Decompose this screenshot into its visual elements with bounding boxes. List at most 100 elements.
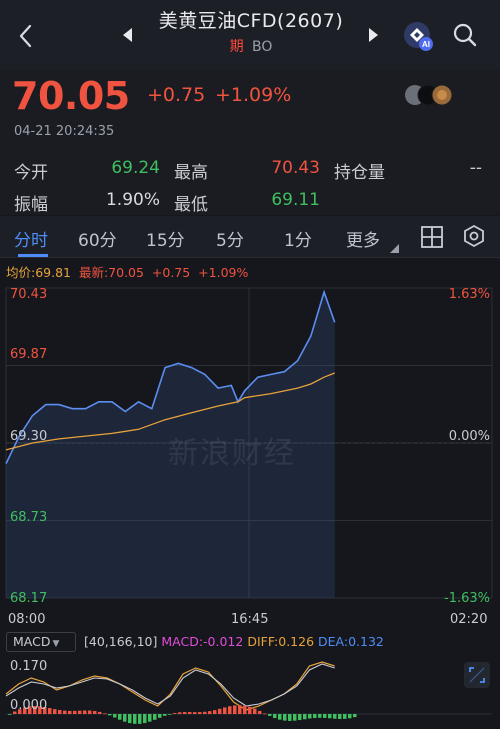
chart-legend: 均价:69.81 最新:70.05 +0.75 +1.09% [6, 262, 248, 281]
macd-histogram-bar [188, 712, 192, 714]
community-avatars-icon[interactable] [404, 84, 456, 106]
macd-histogram-bar [258, 710, 262, 714]
diff-line [5, 661, 335, 711]
stat-value-amplitude: 1.90% [105, 190, 160, 210]
macd-histogram-bar [163, 714, 167, 716]
svg-text:AI: AI [422, 40, 430, 49]
stat-value-low: 69.11 [271, 190, 320, 210]
tab-1min[interactable]: 1分 [284, 226, 312, 251]
stat-label-high: 最高 [174, 163, 208, 183]
grid-layout-icon[interactable] [420, 225, 444, 249]
macd-histogram-bar [113, 714, 117, 718]
stat-value-open-interest: -- [469, 158, 482, 178]
macd-histogram-bar [178, 712, 182, 714]
macd-histogram-bar [108, 714, 112, 716]
macd-histogram-bar [168, 714, 172, 715]
tab-5min[interactable]: 5分 [216, 226, 244, 251]
macd-histogram-bar [333, 714, 337, 719]
macd-histogram-bar [248, 706, 252, 714]
macd-histogram-bar [183, 712, 187, 714]
macd-histogram-bar [203, 711, 207, 714]
tab-60min[interactable]: 60分 [78, 226, 117, 251]
macd-histogram-bar [58, 710, 62, 714]
more-dropdown-icon [390, 244, 399, 253]
x-tick: 02:20 [450, 612, 488, 627]
macd-histogram-bar [313, 714, 317, 719]
macd-histogram-bar [88, 710, 92, 714]
macd-histogram-bar [198, 712, 202, 714]
x-tick: 16:45 [231, 612, 269, 627]
y-tick-right: 0.00% [448, 429, 490, 444]
macd-histogram-bar [343, 714, 347, 719]
macd-histogram-bar [323, 714, 327, 718]
instrument-subtitle: 期 BO [140, 36, 362, 56]
price-change: +0.75 [147, 84, 206, 106]
macd-readout: [40,166,10] MACD:-0.012 DIFF:0.126 DEA:0… [84, 634, 384, 649]
stat-label-open-interest: 持仓量 [334, 163, 385, 183]
tab-more[interactable]: 更多 [346, 226, 380, 251]
macd-histogram-bar [353, 714, 357, 718]
last-price: 70.05 [12, 74, 130, 118]
macd-histogram-bar [128, 714, 132, 724]
next-instrument-icon[interactable] [363, 24, 383, 46]
macd-histogram-bar [78, 710, 82, 714]
macd-chart[interactable] [0, 654, 500, 729]
chevron-down-icon: ▼ [52, 639, 60, 649]
macd-histogram-bar [293, 714, 297, 721]
macd-histogram-bar [138, 714, 142, 724]
macd-histogram-bar [228, 706, 232, 714]
macd-histogram-bar [308, 714, 312, 719]
dea-line [5, 663, 335, 707]
macd-value: MACD:-0.012 [161, 634, 244, 649]
price-change-percent: +1.09% [215, 84, 292, 106]
legend-latest-price: 最新:70.05 [78, 265, 144, 280]
macd-histogram-bar [318, 714, 322, 718]
macd-histogram-bar [143, 714, 147, 724]
macd-histogram-bar [83, 710, 87, 714]
macd-histogram-bar [233, 705, 237, 714]
macd-histogram-bar [103, 713, 107, 715]
macd-histogram-bar [218, 708, 222, 714]
macd-histogram-bar [68, 710, 72, 714]
previous-instrument-icon[interactable] [118, 24, 138, 46]
futures-badge: 期 [229, 39, 244, 55]
macd-histogram-bar [223, 707, 227, 714]
quote-timestamp: 04-21 20:24:35 [14, 124, 115, 139]
ai-assistant-icon[interactable]: AI [402, 20, 434, 52]
stat-value-high: 70.43 [271, 158, 320, 178]
expand-icon[interactable] [464, 662, 490, 688]
macd-histogram-bar [93, 710, 97, 714]
macd-histogram-bar [278, 714, 282, 720]
instrument-code: BO [252, 39, 273, 55]
stat-label-amplitude: 振幅 [14, 195, 48, 215]
y-tick-right: 1.63% [448, 287, 490, 302]
tab-intraday[interactable]: 分时 [14, 226, 48, 251]
y-tick-left: 68.17 [10, 591, 48, 606]
macd-y-tick: 0.170 [10, 659, 48, 674]
macd-histogram-bar [338, 714, 342, 719]
legend-change-percent: +1.09% [198, 265, 249, 280]
macd-histogram-bar [263, 713, 267, 715]
indicator-selector-label: MACD [13, 634, 51, 649]
diff-value: DIFF:0.126 [247, 634, 315, 649]
macd-histogram-bar [243, 705, 247, 714]
macd-histogram-bar [53, 709, 57, 714]
dea-value: DEA:0.132 [318, 634, 384, 649]
macd-histogram-bar [288, 714, 292, 721]
watermark: 新浪财经 [168, 436, 296, 471]
back-arrow-icon[interactable] [14, 22, 38, 50]
macd-histogram-bar [173, 713, 177, 714]
macd-histogram-bar [253, 708, 257, 714]
tab-15min[interactable]: 15分 [146, 226, 185, 251]
macd-histogram-bar [123, 714, 127, 722]
macd-histogram-bar [148, 714, 152, 722]
macd-histogram-bar [193, 712, 197, 714]
settings-icon[interactable] [462, 224, 486, 248]
y-tick-left: 70.43 [10, 287, 48, 302]
indicator-selector[interactable]: MACD ▼ [6, 632, 76, 652]
search-icon[interactable] [450, 20, 480, 50]
macd-histogram-bar [8, 714, 12, 715]
stat-value-open: 69.24 [111, 158, 160, 178]
macd-histogram-bar [133, 714, 137, 724]
macd-histogram-bar [328, 714, 332, 719]
